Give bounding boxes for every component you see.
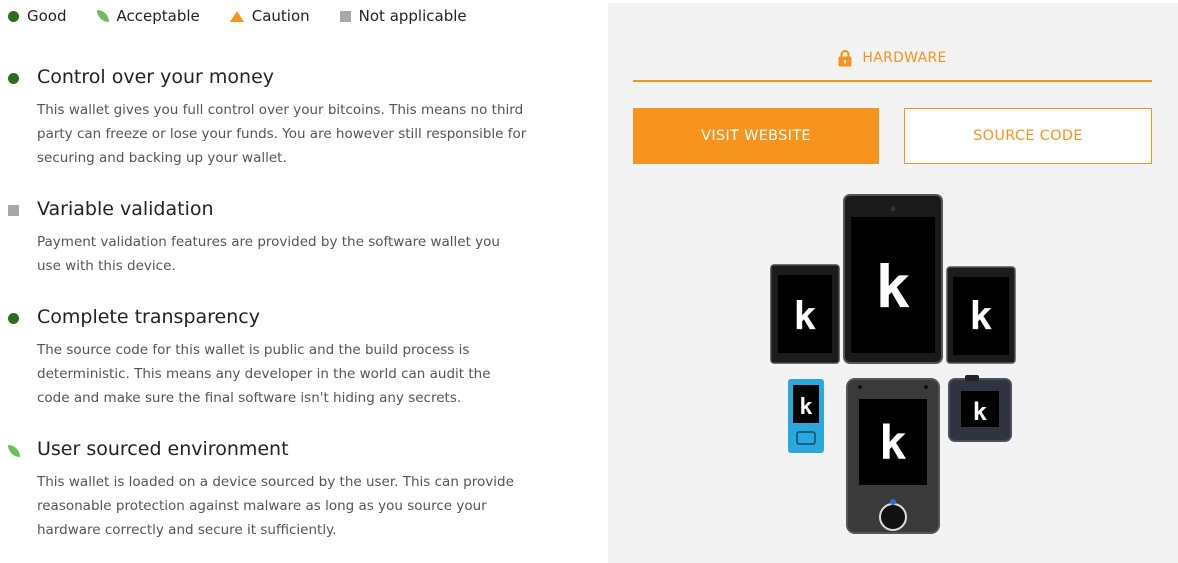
status-legend: Good Acceptable Caution Not applicable	[8, 6, 497, 26]
legend-item-caution: Caution	[229, 7, 310, 25]
device-center: k	[843, 194, 943, 364]
feature-user-sourced-environment: User sourced environment This wallet is …	[8, 436, 548, 542]
not-applicable-square-icon	[8, 205, 19, 216]
screen-glyph: k	[973, 398, 988, 426]
legend-item-acceptable: Acceptable	[96, 7, 200, 25]
wallet-panel: HARDWARE VISIT WEBSITE SOURCE CODE k k k…	[608, 3, 1178, 563]
lock-icon	[838, 49, 852, 67]
legend-label: Good	[27, 7, 67, 25]
device-right: k	[946, 266, 1016, 364]
legend-label: Acceptable	[116, 7, 200, 25]
device-blue: k	[788, 379, 824, 453]
caution-triangle-icon	[229, 10, 244, 22]
screen-glyph: k	[879, 416, 907, 470]
screen-glyph: k	[794, 294, 817, 338]
not-applicable-square-icon	[339, 10, 351, 22]
feature-title: User sourced environment	[37, 438, 289, 460]
good-circle-icon	[8, 10, 19, 22]
good-circle-icon	[8, 73, 19, 84]
device-small-right: k	[948, 375, 1012, 442]
screen-glyph: k	[970, 294, 993, 338]
device-left: k	[770, 264, 840, 364]
screen-glyph: k	[799, 395, 812, 420]
acceptable-leaf-icon	[8, 445, 20, 457]
krux-devices-image: k k k k k k	[770, 194, 1016, 534]
legend-label: Not applicable	[358, 7, 467, 25]
visit-website-button[interactable]: VISIT WEBSITE	[633, 108, 879, 164]
device-knob: k	[846, 378, 940, 534]
feature-description: Payment validation features are provided…	[37, 234, 500, 274]
feature-variable-validation: Variable validation Payment validation f…	[8, 196, 548, 278]
legend-item-not-applicable: Not applicable	[339, 7, 467, 25]
legend-label: Caution	[251, 7, 310, 25]
feature-complete-transparency: Complete transparency The source code fo…	[8, 304, 548, 410]
acceptable-leaf-icon	[96, 10, 109, 22]
screen-glyph: k	[876, 253, 911, 321]
feature-control-over-money: Control over your money This wallet give…	[8, 64, 548, 170]
tab-hardware[interactable]: HARDWARE	[633, 44, 1152, 82]
source-code-button[interactable]: SOURCE CODE	[904, 108, 1152, 164]
good-circle-icon	[8, 313, 19, 324]
feature-title: Variable validation	[37, 198, 214, 220]
feature-list: Control over your money This wallet give…	[8, 64, 548, 542]
legend-item-good: Good	[8, 7, 67, 25]
feature-title: Complete transparency	[37, 306, 260, 328]
tab-hardware-label: HARDWARE	[862, 50, 947, 66]
feature-description: This wallet gives you full control over …	[37, 102, 527, 166]
feature-title: Control over your money	[37, 66, 274, 88]
feature-description: This wallet is loaded on a device source…	[37, 474, 514, 538]
feature-description: The source code for this wallet is publi…	[37, 342, 491, 406]
